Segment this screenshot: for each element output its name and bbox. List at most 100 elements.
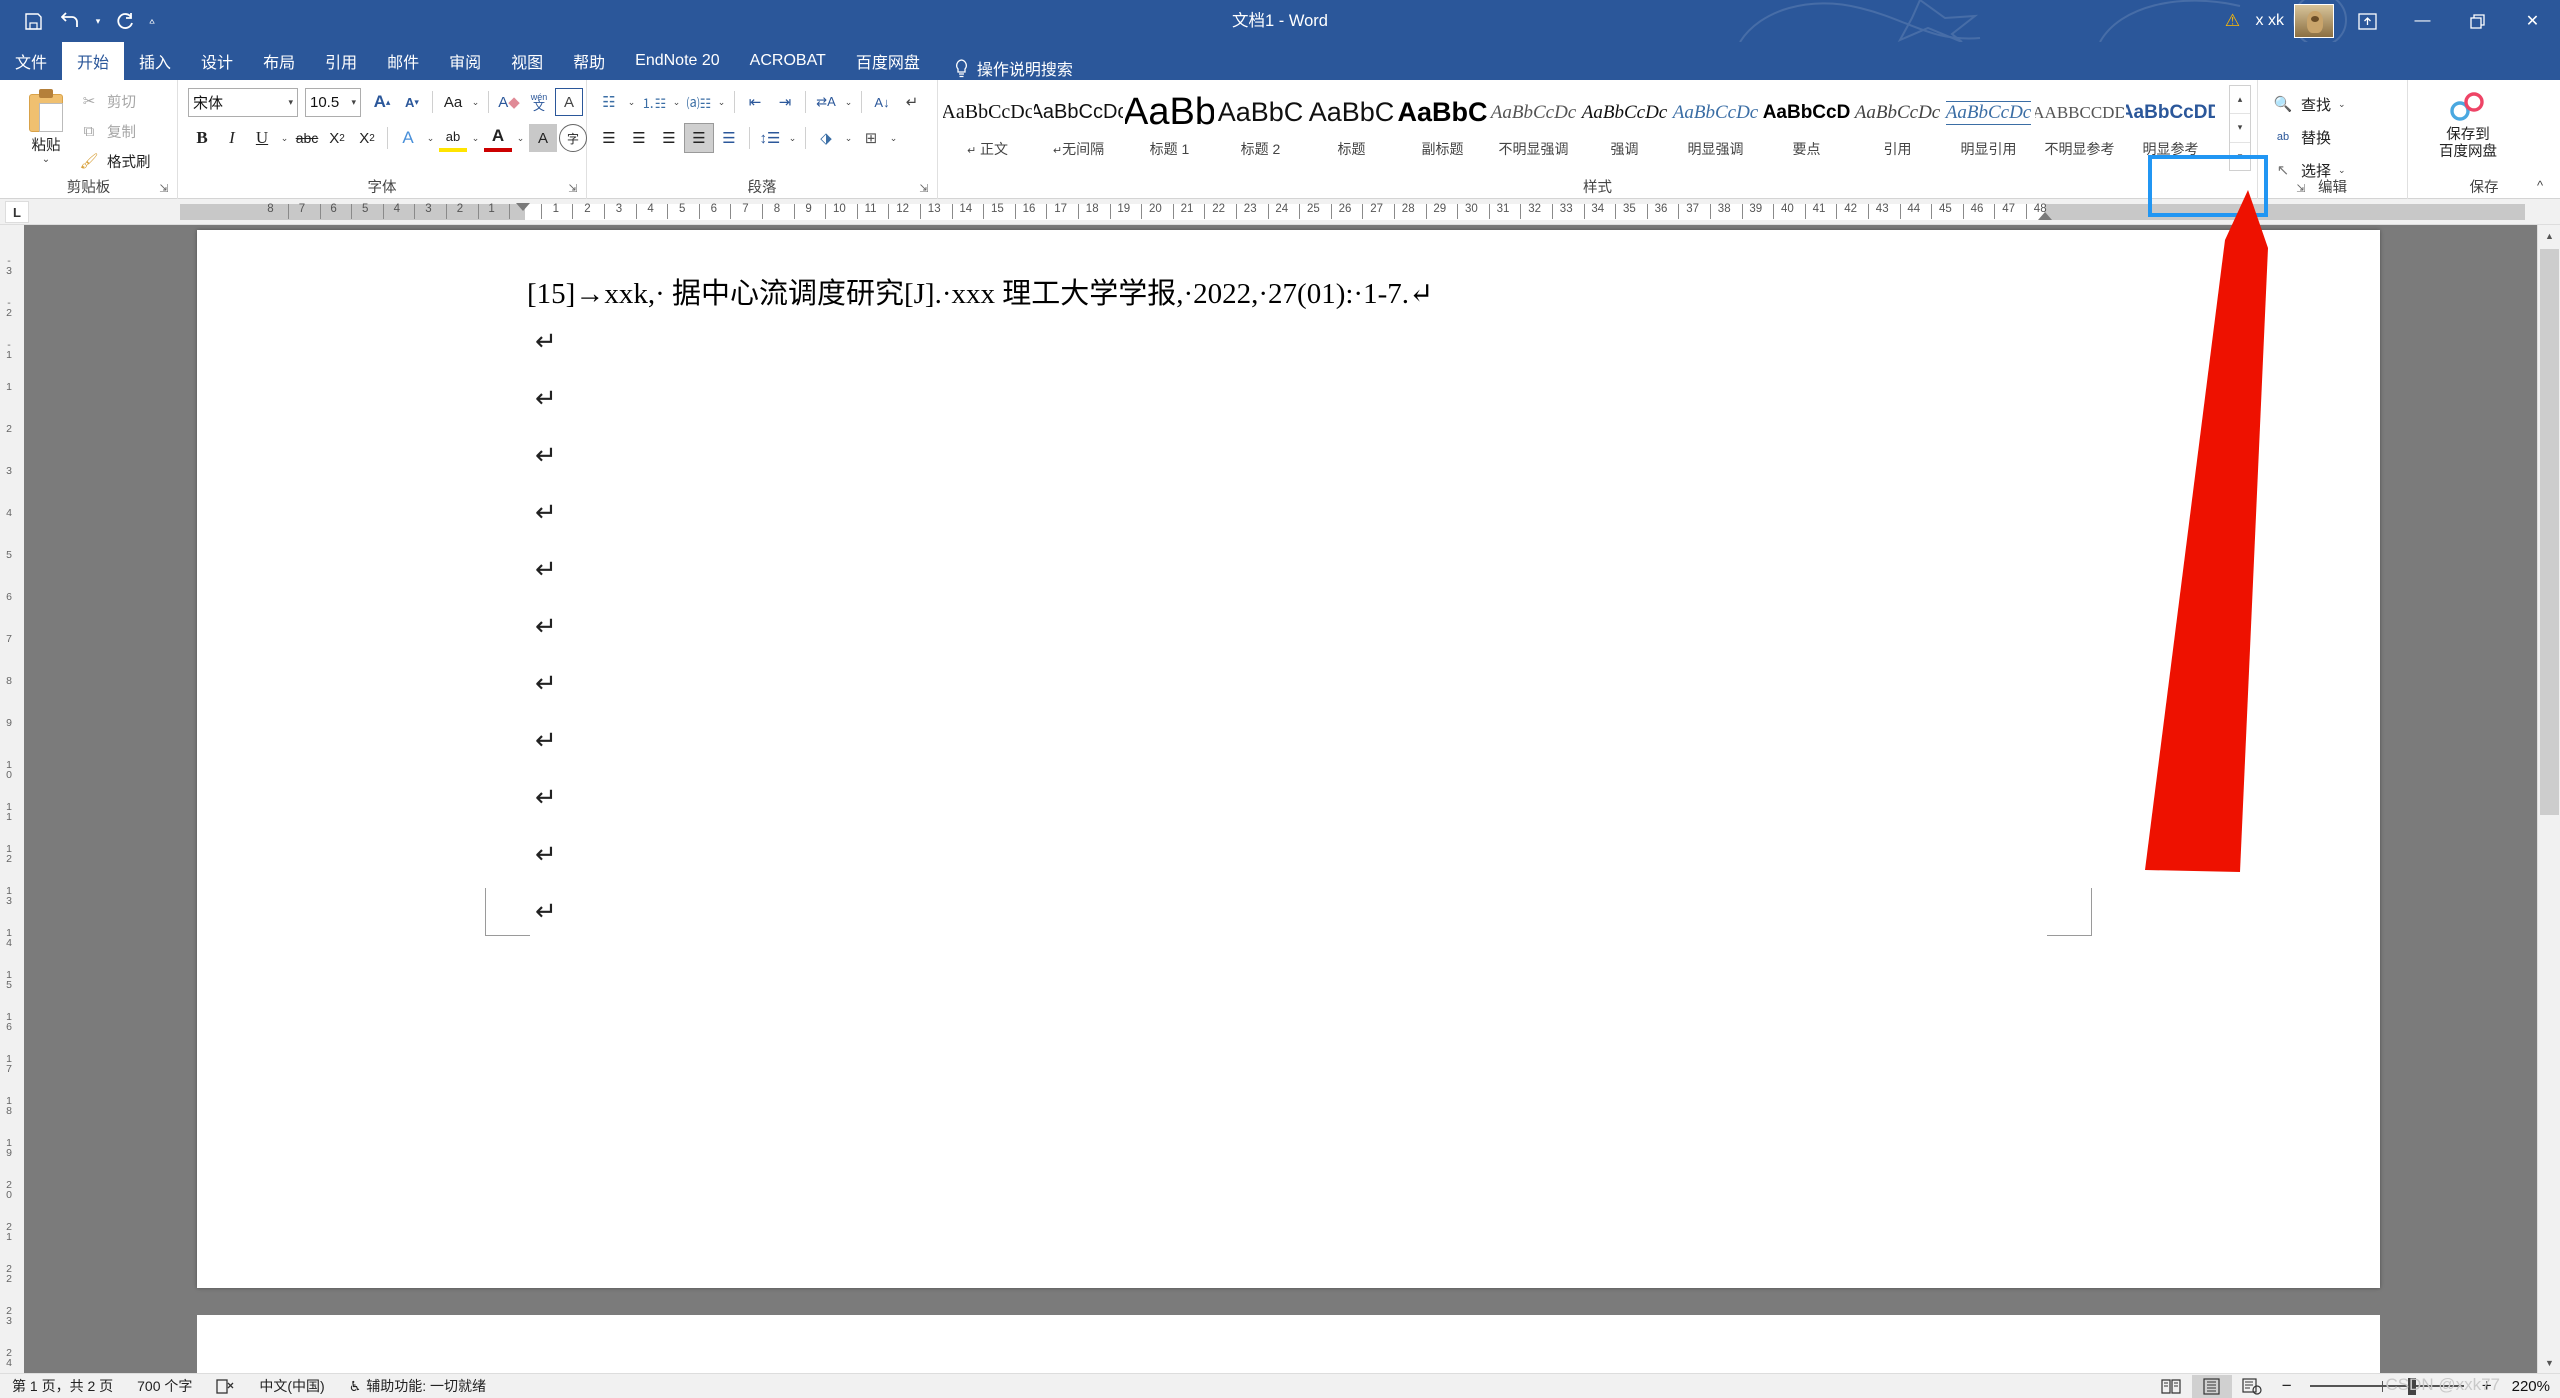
- tab-references[interactable]: 引用: [310, 42, 372, 80]
- warning-icon[interactable]: ⚠: [2218, 0, 2248, 42]
- styles-gallery-scrollbar[interactable]: ▴ ▾ ▾: [2229, 85, 2251, 171]
- word-count[interactable]: 700 个字: [125, 1376, 204, 1396]
- style-item-mingxiancankao[interactable]: AaBbCcDD 明显参考: [2125, 85, 2216, 165]
- increase-indent-button[interactable]: ⇥: [771, 88, 799, 116]
- bullets-caret-icon[interactable]: ⌄: [625, 97, 638, 108]
- decrease-indent-button[interactable]: ⇤: [741, 88, 769, 116]
- tab-review[interactable]: 审阅: [434, 42, 496, 80]
- shading-button[interactable]: ⬗: [812, 124, 840, 152]
- style-item-qiangdiao[interactable]: AaBbCcDc 强调: [1579, 85, 1670, 165]
- text-effects-button[interactable]: A: [394, 124, 422, 152]
- language-indicator[interactable]: 中文(中国): [247, 1376, 336, 1396]
- replace-button[interactable]: ab 替换: [2272, 123, 2346, 151]
- view-mode-web-layout[interactable]: [2232, 1375, 2272, 1398]
- clear-formatting-button[interactable]: A ◆: [495, 88, 523, 116]
- cut-button[interactable]: ✂ 剪切: [78, 88, 157, 114]
- borders-button[interactable]: ⊞: [857, 124, 885, 152]
- text-highlight-button[interactable]: ab: [439, 124, 467, 152]
- borders-caret-icon[interactable]: ⌄: [887, 133, 900, 144]
- enclose-characters-button[interactable]: 字: [559, 124, 587, 152]
- close-button[interactable]: ✕: [2505, 0, 2560, 42]
- document-text-line[interactable]: [15]→xxk,· 据中心流调度研究[J].·xxx 理工大学学报,·2022…: [527, 270, 1433, 312]
- find-caret-icon[interactable]: ⌄: [2338, 99, 2346, 110]
- format-painter-button[interactable]: 🖌 格式刷: [78, 148, 157, 174]
- style-item-wujiange[interactable]: AaBbCcDc ↵无间隔: [1033, 85, 1124, 165]
- style-item-zhengwen[interactable]: AaBbCcDc ↵ 正文: [942, 85, 1033, 165]
- font-size-combobox[interactable]: 10.5 ▾: [305, 88, 361, 117]
- text-effects-caret-icon[interactable]: ⌄: [424, 133, 437, 144]
- subscript-button[interactable]: X2: [323, 124, 351, 152]
- find-button[interactable]: 🔍 查找 ⌄: [2272, 90, 2346, 118]
- user-account-name[interactable]: x xk: [2248, 12, 2292, 30]
- vertical-scrollbar[interactable]: ▲ ▼: [2537, 225, 2560, 1373]
- align-center-button[interactable]: ☰: [625, 124, 653, 152]
- paste-caret-icon[interactable]: ⌄: [42, 155, 50, 165]
- strikethrough-button[interactable]: abc: [293, 124, 321, 152]
- redo-icon[interactable]: [106, 5, 144, 37]
- align-left-button[interactable]: ☰: [595, 124, 623, 152]
- bold-button[interactable]: B: [188, 124, 216, 152]
- superscript-button[interactable]: X2: [353, 124, 381, 152]
- view-mode-print-layout[interactable]: [2191, 1374, 2232, 1398]
- tab-home[interactable]: 开始: [62, 42, 125, 80]
- style-item-yaodian[interactable]: AaBbCcD 要点: [1761, 85, 1852, 165]
- tell-me-search[interactable]: 操作说明搜索: [935, 56, 1073, 80]
- line-spacing-caret-icon[interactable]: ⌄: [786, 133, 799, 144]
- change-case-button[interactable]: Aa: [439, 88, 467, 116]
- numbering-button[interactable]: ⒈☷: [640, 88, 668, 116]
- tab-view[interactable]: 视图: [496, 42, 558, 80]
- style-item-fubiaoti[interactable]: AaBbC 副标题: [1397, 85, 1488, 165]
- align-right-button[interactable]: ☰: [655, 124, 683, 152]
- select-caret-icon[interactable]: ⌄: [2338, 165, 2346, 176]
- save-icon[interactable]: [14, 5, 52, 37]
- multilevel-list-caret-icon[interactable]: ⌄: [715, 97, 728, 108]
- show-formatting-marks-button[interactable]: ↵: [898, 88, 926, 116]
- font-dialog-launcher[interactable]: ⇲: [565, 180, 581, 196]
- accessibility-status[interactable]: ♿ 辅助功能: 一切就绪: [337, 1376, 498, 1396]
- proofing-status-icon[interactable]: [204, 1378, 247, 1395]
- distribute-button[interactable]: ☰: [715, 124, 743, 152]
- numbering-caret-icon[interactable]: ⌄: [670, 97, 683, 108]
- save-to-baidu-button[interactable]: 保存到 百度网盘: [2414, 86, 2522, 176]
- grow-font-button[interactable]: A ▴: [368, 88, 396, 116]
- change-case-caret-icon[interactable]: ⌄: [469, 97, 482, 108]
- undo-icon[interactable]: [52, 5, 90, 37]
- shrink-font-button[interactable]: A ▾: [398, 88, 426, 116]
- paste-button[interactable]: 粘贴 ⌄: [14, 86, 78, 174]
- font-color-caret-icon[interactable]: ⌄: [514, 133, 527, 144]
- style-item-mingxianqiangdiao[interactable]: AaBbCcDc 明显强调: [1670, 85, 1761, 165]
- avatar[interactable]: [2294, 4, 2334, 38]
- styles-more-icon[interactable]: ▾: [2230, 143, 2250, 170]
- style-item-biaoti1[interactable]: AaBb 标题 1: [1124, 85, 1215, 165]
- scroll-up-icon[interactable]: ▲: [2538, 225, 2560, 246]
- bullets-button[interactable]: ☷: [595, 88, 623, 116]
- line-spacing-button[interactable]: ↕☰: [756, 124, 784, 152]
- document-canvas[interactable]: [15]→xxk,· 据中心流调度研究[J].·xxx 理工大学学报,·2022…: [24, 225, 2537, 1373]
- underline-button[interactable]: U: [248, 124, 276, 152]
- minimize-button[interactable]: —: [2395, 0, 2450, 42]
- tab-insert[interactable]: 插入: [124, 42, 186, 80]
- restore-button[interactable]: [2450, 0, 2505, 42]
- justify-button[interactable]: ☰: [684, 123, 714, 153]
- tab-file[interactable]: 文件: [0, 42, 63, 80]
- zoom-out-button[interactable]: −: [2272, 1376, 2302, 1396]
- sort-button[interactable]: ⇄A: [812, 88, 840, 116]
- character-shading-button[interactable]: A: [529, 124, 557, 152]
- sort-az-button[interactable]: A↓: [868, 88, 896, 116]
- first-line-indent-marker[interactable]: [516, 203, 530, 211]
- styles-scroll-up-icon[interactable]: ▴: [2230, 86, 2250, 115]
- ribbon-display-options-icon[interactable]: [2340, 0, 2395, 42]
- shading-caret-icon[interactable]: ⌄: [842, 133, 855, 144]
- style-item-mingxianyinyong[interactable]: AaBbCcDc 明显引用: [1943, 85, 2034, 165]
- style-item-biaoti2[interactable]: AaBbC 标题 2: [1215, 85, 1306, 165]
- character-border-button[interactable]: A: [555, 88, 583, 116]
- text-highlight-caret-icon[interactable]: ⌄: [469, 133, 482, 144]
- sort-caret-icon[interactable]: ⌄: [842, 97, 855, 108]
- page-indicator[interactable]: 第 1 页，共 2 页: [0, 1376, 125, 1396]
- copy-button[interactable]: ⧉ 复制: [78, 118, 157, 144]
- document-page-2[interactable]: [197, 1315, 2380, 1373]
- tab-acrobat[interactable]: ACROBAT: [735, 42, 841, 80]
- multilevel-list-button[interactable]: ⒜☷: [685, 88, 713, 116]
- view-mode-read[interactable]: [2152, 1375, 2192, 1398]
- clipboard-dialog-launcher[interactable]: ⇲: [156, 180, 172, 196]
